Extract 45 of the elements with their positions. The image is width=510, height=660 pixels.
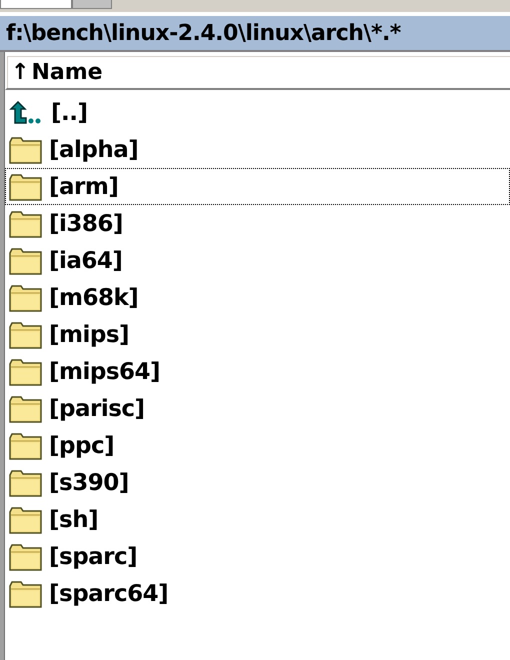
file-name: [i386]: [49, 210, 123, 236]
file-name: [mips]: [49, 322, 130, 348]
folder-icon: [9, 542, 43, 570]
file-name: [sparc]: [49, 544, 138, 570]
file-name: [..]: [51, 100, 88, 126]
folder-icon: [9, 246, 43, 274]
file-row[interactable]: [ppc]: [5, 427, 510, 464]
file-name: [sh]: [49, 506, 98, 532]
file-name: [m68k]: [49, 284, 138, 310]
file-name: [s390]: [49, 470, 129, 496]
file-name: [arm]: [49, 174, 118, 200]
folder-icon: [9, 210, 43, 238]
file-row[interactable]: [arm]: [5, 168, 510, 205]
file-row[interactable]: [s390]: [5, 464, 510, 501]
file-row[interactable]: [i386]: [5, 205, 510, 242]
file-row[interactable]: [sh]: [5, 501, 510, 538]
file-name: [sparc64]: [49, 580, 168, 606]
file-name: [ia64]: [49, 248, 122, 274]
file-row[interactable]: [..]: [5, 94, 510, 131]
file-row[interactable]: [mips]: [5, 316, 510, 353]
folder-icon: [9, 172, 43, 200]
sort-arrow: ↑: [11, 60, 30, 84]
folder-icon: [9, 394, 43, 422]
file-row[interactable]: [alpha]: [5, 131, 510, 168]
folder-icon: [9, 320, 43, 348]
file-row[interactable]: [ia64]: [5, 242, 510, 279]
file-name: [alpha]: [49, 136, 138, 162]
folder-icon: [9, 432, 43, 460]
folder-icon: [9, 580, 43, 608]
folder-icon: [9, 468, 43, 496]
file-name: [mips64]: [49, 358, 160, 384]
file-name: [ppc]: [49, 432, 114, 458]
file-row[interactable]: [m68k]: [5, 279, 510, 316]
file-name: [parisc]: [49, 396, 145, 422]
file-row[interactable]: [parisc]: [5, 390, 510, 427]
folder-icon: [9, 136, 43, 164]
folder-icon: [9, 284, 43, 312]
folder-icon: [9, 506, 43, 534]
file-row[interactable]: [sparc]: [5, 538, 510, 575]
folder-icon: [9, 358, 43, 386]
path-bar: f:\bench\linux-2.4.0\linux\arch\*.*: [0, 14, 510, 52]
file-row[interactable]: [sparc64]: [5, 575, 510, 612]
file-row[interactable]: [mips64]: [5, 353, 510, 390]
column-label: Name: [31, 60, 103, 84]
column-header[interactable]: ↑Name: [5, 54, 510, 90]
